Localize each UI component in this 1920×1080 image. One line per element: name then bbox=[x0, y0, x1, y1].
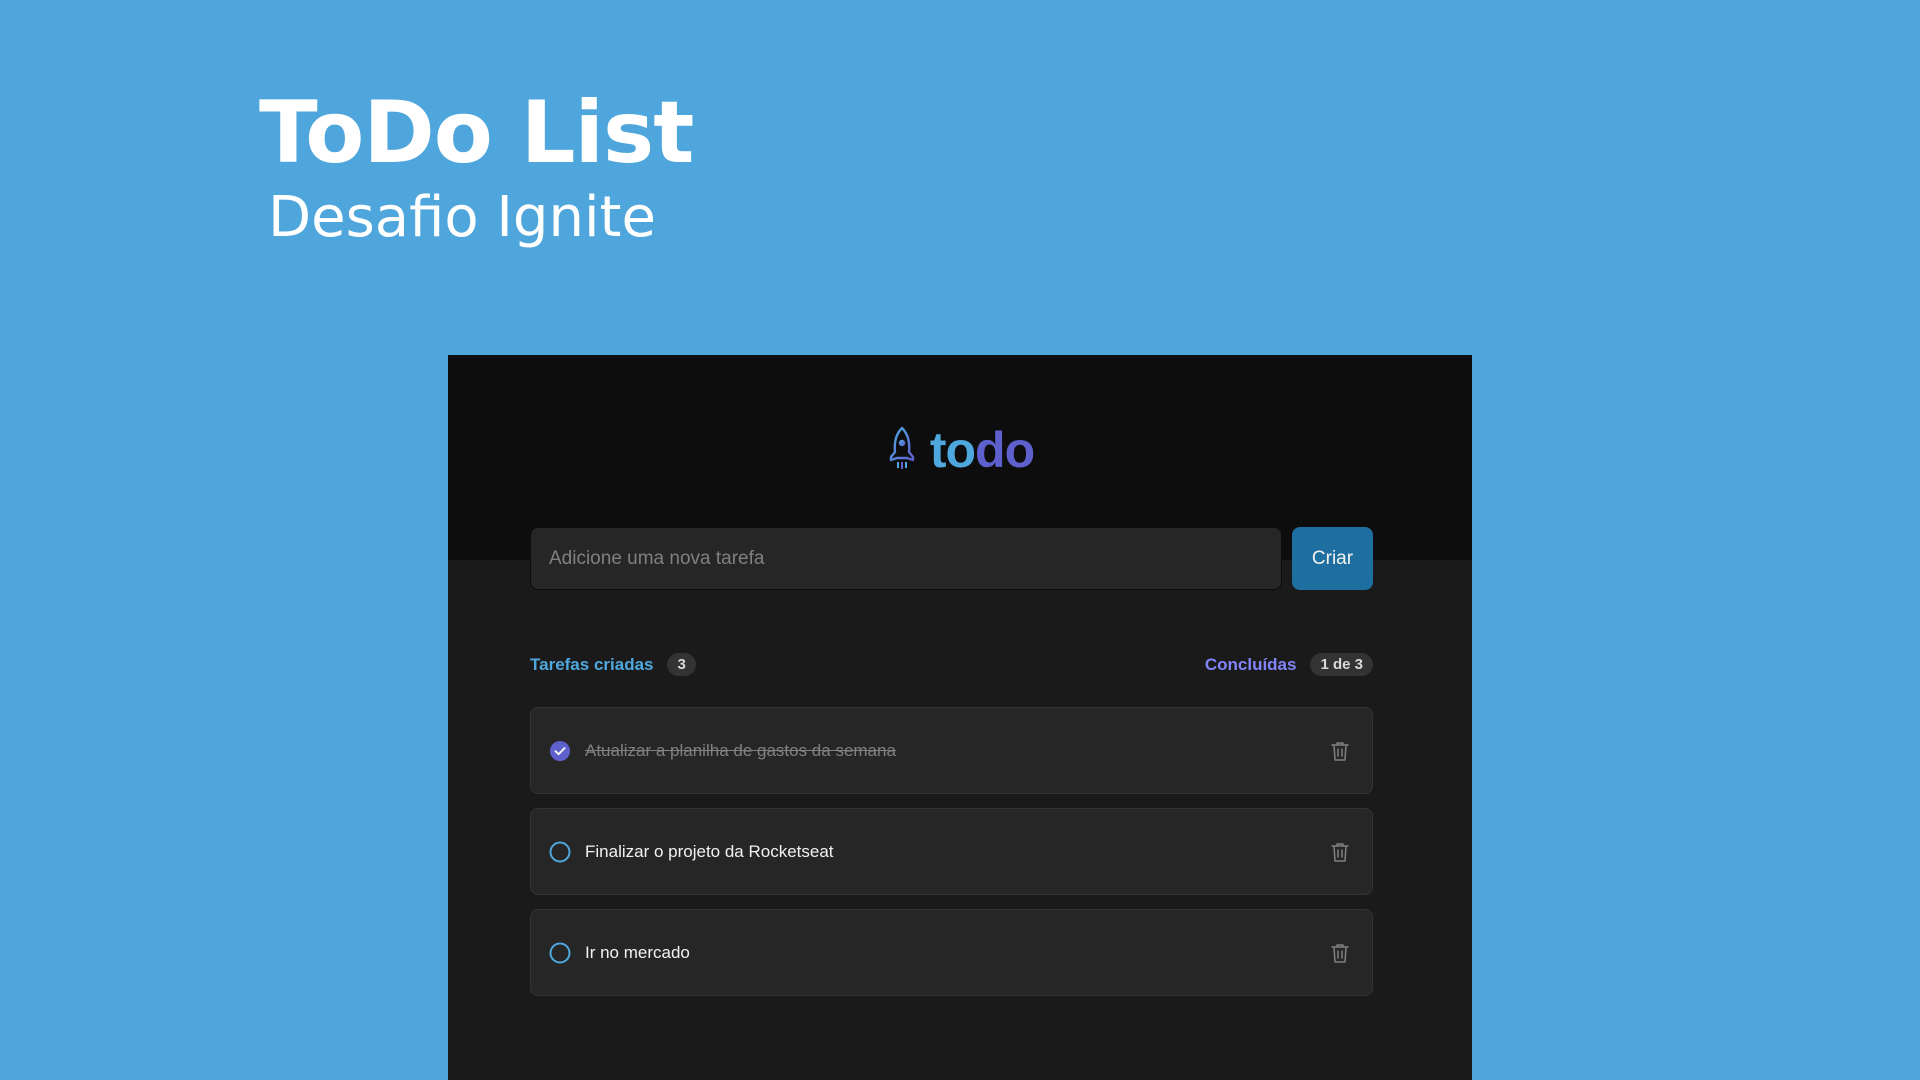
created-counter: Tarefas criadas 3 bbox=[530, 653, 696, 676]
logo: todo bbox=[448, 425, 1472, 475]
task-list: Atualizar a planilha de gastos da semana… bbox=[530, 707, 1373, 996]
task-text: Atualizar a planilha de gastos da semana bbox=[585, 740, 896, 760]
task-counters: Tarefas criadas 3 Concluídas 1 de 3 bbox=[530, 653, 1373, 676]
task-text: Ir no mercado bbox=[585, 942, 690, 962]
unchecked-circle-icon[interactable] bbox=[549, 841, 571, 863]
hero-subtitle: Desafio Ignite bbox=[268, 185, 656, 250]
create-button[interactable]: Criar bbox=[1292, 527, 1373, 590]
task-text: Finalizar o projeto da Rocketseat bbox=[585, 841, 834, 861]
trash-icon[interactable] bbox=[1328, 941, 1352, 965]
logo-text-to: to bbox=[929, 422, 976, 478]
logo-text: todo bbox=[929, 422, 1035, 478]
done-counter-label: Concluídas bbox=[1204, 654, 1297, 674]
task-item: Finalizar o projeto da Rocketseat bbox=[530, 808, 1373, 895]
hero-title: ToDo List bbox=[259, 83, 694, 183]
logo-text-do: do bbox=[975, 422, 1035, 478]
new-task-input[interactable] bbox=[530, 527, 1282, 590]
task-item: Atualizar a planilha de gastos da semana bbox=[530, 707, 1373, 794]
done-counter: Concluídas 1 de 3 bbox=[1205, 653, 1373, 676]
todo-app: todo Criar Tarefas criadas 3 Concluídas … bbox=[448, 355, 1472, 1080]
trash-icon[interactable] bbox=[1328, 739, 1352, 763]
checked-circle-icon[interactable] bbox=[549, 740, 571, 762]
trash-icon[interactable] bbox=[1328, 840, 1352, 864]
created-count-badge: 3 bbox=[667, 653, 696, 676]
created-counter-label: Tarefas criadas bbox=[530, 654, 654, 674]
rocket-icon bbox=[886, 426, 918, 475]
done-count-badge: 1 de 3 bbox=[1310, 653, 1373, 676]
new-task-form: Criar bbox=[530, 527, 1373, 590]
unchecked-circle-icon[interactable] bbox=[549, 942, 571, 964]
hero: ToDo List Desafio Ignite bbox=[259, 83, 694, 250]
task-item: Ir no mercado bbox=[530, 909, 1373, 996]
